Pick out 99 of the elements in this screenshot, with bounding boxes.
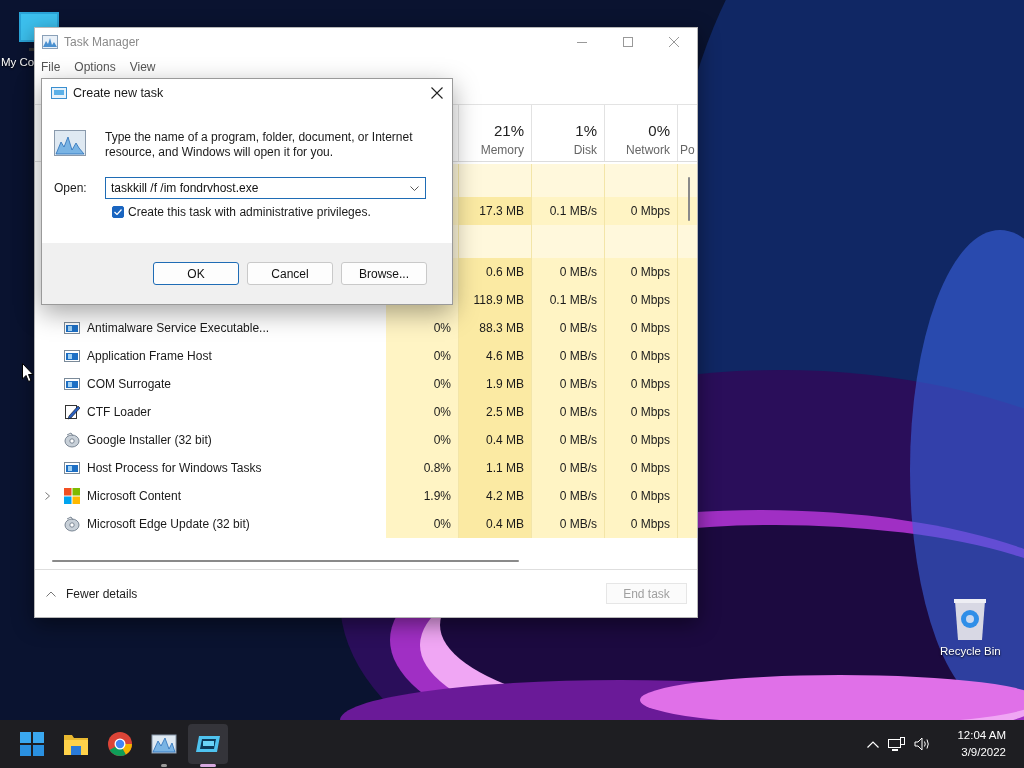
table-cell: 4.6 MB	[459, 342, 532, 370]
column-header[interactable]: 0% Network	[605, 105, 678, 161]
table-cell: 0%	[386, 314, 459, 342]
table-cell: 0%	[386, 510, 459, 538]
table-cell: 0%	[386, 398, 459, 426]
chevron-up-icon	[46, 590, 56, 597]
table-cell: 0 Mbps	[605, 197, 678, 225]
close-icon	[669, 37, 679, 47]
table-cell: 0 MB/s	[532, 314, 605, 342]
table-cell: 2.5 MB	[459, 398, 532, 426]
table-cell: 118.9 MB	[459, 286, 532, 314]
scrollbar-thumb[interactable]	[688, 177, 690, 221]
column-header[interactable]: 21% Memory	[459, 105, 532, 161]
table-cell: 0%	[386, 426, 459, 454]
table-cell	[678, 164, 697, 197]
process-name: Antimalware Service Executable...	[87, 321, 270, 335]
column-header[interactable]: 1% Disk	[532, 105, 605, 161]
icon-label[interactable]: Recycle Bin	[940, 645, 1001, 657]
process-name: COM Surrogate	[87, 377, 172, 391]
table-cell: 0 Mbps	[605, 342, 678, 370]
table-cell: 0 MB/s	[532, 482, 605, 510]
table-cell: 0.1 MB/s	[532, 286, 605, 314]
table-cell: 0.4 MB	[459, 510, 532, 538]
menu-item[interactable]: View	[129, 60, 156, 74]
process-name: Microsoft Edge Update (32 bit)	[87, 517, 250, 531]
table-cell: 0 Mbps	[605, 370, 678, 398]
table-cell	[678, 510, 697, 538]
window-icon	[64, 320, 80, 336]
checkbox[interactable]	[112, 206, 124, 218]
table-cell: 0 Mbps	[605, 258, 678, 286]
table-cell: 0 Mbps	[605, 398, 678, 426]
disc-icon	[64, 516, 80, 532]
window-icon	[64, 348, 80, 364]
table-cell: 0 MB/s	[532, 510, 605, 538]
fewer-details-button[interactable]: Fewer details	[46, 586, 138, 601]
table-cell: 0%	[386, 342, 459, 370]
table-cell: 0 Mbps	[605, 454, 678, 482]
clock-time[interactable]: 12:04 AM	[957, 727, 1006, 744]
window-icon	[64, 376, 80, 392]
table-cell: 17.3 MB	[459, 197, 532, 225]
column-header[interactable]: Po	[678, 105, 697, 161]
process-name: Microsoft Content	[87, 489, 182, 503]
cancel-button[interactable]: Cancel	[247, 262, 333, 285]
scrollbar-thumb[interactable]	[52, 560, 519, 562]
window-icon	[51, 87, 67, 99]
table-cell: 1.9%	[386, 482, 459, 510]
process-name: CTF Loader	[87, 405, 152, 419]
maximize-icon	[623, 37, 633, 47]
disc-icon	[64, 432, 80, 448]
window-icon	[64, 460, 80, 476]
table-cell: 0 Mbps	[605, 286, 678, 314]
close-icon	[431, 87, 443, 99]
dialog-title: Create new task	[73, 86, 164, 100]
process-name: Host Process for Windows Tasks	[87, 461, 262, 475]
clock-date[interactable]: 3/9/2022	[961, 744, 1006, 761]
browser-icon	[106, 730, 134, 758]
table-cell: 0 Mbps	[605, 314, 678, 342]
table-cell: 0.8%	[386, 454, 459, 482]
process-name: Google Installer (32 bit)	[87, 433, 212, 447]
table-cell: 0 MB/s	[532, 426, 605, 454]
network-icon	[888, 736, 906, 752]
table-cell: 0.6 MB	[459, 258, 532, 286]
window-title: Task Manager	[64, 35, 140, 49]
table-cell: 0.4 MB	[459, 426, 532, 454]
dialog-message: Type the name of a program, folder, document, or Internet resource, and Windows will open it for you.	[105, 130, 414, 160]
pencil-icon	[64, 404, 80, 420]
icon-label[interactable]: My Co	[1, 56, 35, 68]
menu-item[interactable]: Options	[74, 60, 116, 74]
table-cell: 0 Mbps	[605, 426, 678, 454]
browse-button[interactable]: Browse...	[341, 262, 427, 285]
chart-icon	[54, 130, 86, 156]
menu-item[interactable]: File	[41, 60, 61, 74]
table-cell: 1.1 MB	[459, 454, 532, 482]
table-cell: 0 Mbps	[605, 482, 678, 510]
table-cell: 0 MB/s	[532, 370, 605, 398]
table-cell	[678, 258, 697, 286]
process-name: Application Frame Host	[87, 349, 212, 363]
chart-icon	[42, 35, 58, 49]
open-combobox[interactable]: taskkill /f /im fondrvhost.exe	[105, 177, 426, 199]
table-cell: 0 MB/s	[532, 454, 605, 482]
table-cell: 0%	[386, 370, 459, 398]
volume-icon	[914, 737, 932, 751]
table-cell: 0 Mbps	[605, 510, 678, 538]
start-icon	[18, 730, 46, 758]
ok-button[interactable]: OK	[153, 262, 239, 285]
table-cell: 0 MB/s	[532, 258, 605, 286]
table-cell	[678, 225, 697, 258]
table-cell: 0 MB/s	[532, 398, 605, 426]
checkbox-label[interactable]: Create this task with administrative privileges.	[128, 205, 371, 219]
chevron-up-icon	[867, 740, 880, 748]
field-label: Open:	[54, 181, 88, 195]
taskbar-button[interactable]	[188, 724, 228, 764]
table-cell: 4.2 MB	[459, 482, 532, 510]
table-cell: 1.9 MB	[459, 370, 532, 398]
table-cell: 88.3 MB	[459, 314, 532, 342]
four-squares-icon	[64, 488, 80, 504]
table-cell: 0.1 MB/s	[532, 197, 605, 225]
table-cell	[678, 197, 697, 225]
table-cell: 0 MB/s	[532, 342, 605, 370]
